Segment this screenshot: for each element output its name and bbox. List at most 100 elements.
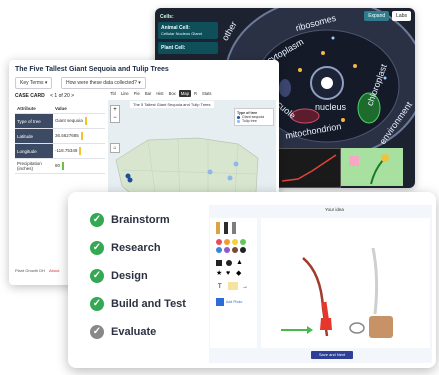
color-swatch[interactable] <box>224 239 230 245</box>
row-value: 36.5627685 <box>53 128 105 144</box>
row-attr: Latitude <box>15 128 53 144</box>
design-workspace: Your idea ▲ ★ ♥ ◆ T → Add Photo Save and… <box>209 205 432 363</box>
color-swatch[interactable] <box>224 247 230 253</box>
label-nucleus: nucleus <box>315 102 347 112</box>
star-shape-icon[interactable]: ★ <box>216 270 222 278</box>
footer: Plant Growth DH About <box>15 268 59 273</box>
step-label: Research <box>111 241 161 254</box>
add-photo-label[interactable]: Add Photo <box>226 300 242 304</box>
drawing-canvas[interactable] <box>261 218 430 348</box>
color-swatch[interactable] <box>240 239 246 245</box>
workspace-title: Your idea <box>325 207 344 212</box>
arrow-tool-icon[interactable]: → <box>242 284 248 290</box>
color-swatch[interactable] <box>216 247 222 253</box>
design-process-window: ✓ Brainstorm ✓ Research ✓ Design ✓ Build and… <box>68 192 436 368</box>
marker-tool-icon[interactable] <box>224 222 228 234</box>
tool-table[interactable]: Tbl <box>108 90 118 97</box>
sticky-note-icon[interactable] <box>228 282 238 290</box>
table-row[interactable]: Latitude 36.5627685 <box>15 128 105 144</box>
cell-graph-thumbnail[interactable] <box>277 148 341 188</box>
step-brainstorm[interactable]: ✓ Brainstorm <box>90 206 186 233</box>
step-evaluate[interactable]: ✓ Evaluate <box>90 318 186 345</box>
step-design[interactable]: ✓ Design <box>90 262 186 289</box>
pen-tool-icon[interactable] <box>232 222 236 234</box>
color-swatch[interactable] <box>216 239 222 245</box>
row-attr: Longitude <box>15 143 53 159</box>
save-and-next-button[interactable]: Save and Next <box>311 351 353 359</box>
step-label: Build and Test <box>111 297 186 310</box>
zoom-controls[interactable]: + − <box>110 105 120 123</box>
step-label: Brainstorm <box>111 213 170 226</box>
table-row[interactable]: Type of tree Giant sequoia <box>15 113 105 129</box>
row-attr: Precipitation (inches) <box>15 158 53 174</box>
tool-stats[interactable]: Stats <box>200 90 214 97</box>
key-terms-dropdown[interactable]: Key Terms ▾ <box>15 77 53 89</box>
check-circle-icon: ✓ <box>90 324 104 339</box>
row-value: 80 <box>53 158 105 174</box>
tool-box[interactable]: Box <box>167 90 178 97</box>
text-tool-icon[interactable]: T <box>218 284 222 290</box>
chart-toolbar: Tbl Line Pie Bar Hist Box Map R Stats <box>108 88 276 98</box>
cell-top-buttons: Expand Labs <box>364 11 411 21</box>
labs-button[interactable]: Labs <box>392 11 411 21</box>
map-subtitle: The 5 Tallest Giant Sequoia and Tulip Tr… <box>130 101 214 108</box>
check-circle-icon: ✓ <box>90 240 104 255</box>
step-label: Design <box>111 269 148 282</box>
check-circle-icon: ✓ <box>90 212 104 227</box>
triangle-shape-icon[interactable]: ▲ <box>236 259 243 267</box>
home-icon[interactable]: ⌂ <box>110 143 120 153</box>
step-build-and-test[interactable]: ✓ Build and Test <box>90 290 186 317</box>
pencil-icon[interactable] <box>80 132 83 140</box>
pencil-tool-icon[interactable] <box>216 222 220 234</box>
col-value: Value <box>53 104 105 114</box>
case-card-title: CASE CARD <box>15 93 45 99</box>
footer-text: Plant Growth DH <box>15 268 46 273</box>
tool-bar[interactable]: Bar <box>143 90 154 97</box>
plant-thumbnail[interactable] <box>341 148 403 186</box>
tool-r[interactable]: R <box>192 90 199 97</box>
diamond-shape-icon[interactable]: ◆ <box>236 270 241 278</box>
page-title: The Five Tallest Giant Sequoia and Tulip… <box>15 66 169 73</box>
tool-line[interactable]: Line <box>119 90 131 97</box>
check-circle-icon: ✓ <box>90 296 104 311</box>
square-shape-icon[interactable] <box>216 260 222 266</box>
circle-shape-icon[interactable] <box>226 260 232 266</box>
cell-option-animal[interactable]: Animal Cell: Cellular Nucleus Gland <box>158 22 218 39</box>
case-pager[interactable]: < 1 of 20 > <box>50 93 74 99</box>
map-legend: Type of tree Giant sequoia Tulip tree <box>234 108 274 126</box>
pencil-icon[interactable] <box>84 117 87 125</box>
cell-section-title: Cells: <box>160 14 174 20</box>
tool-hist[interactable]: Hist <box>154 90 165 97</box>
footer-link[interactable]: About <box>49 268 59 273</box>
step-research[interactable]: ✓ Research <box>90 234 186 261</box>
tool-map[interactable]: Map <box>178 89 191 97</box>
cell-option-sub: Cellular Nucleus Gland <box>161 31 202 36</box>
color-swatch[interactable] <box>232 239 238 245</box>
photo-icon[interactable] <box>216 298 224 306</box>
process-steps: ✓ Brainstorm ✓ Research ✓ Design ✓ Build and… <box>90 206 186 346</box>
table-row[interactable]: Longitude -118.75349 <box>15 143 105 159</box>
color-swatch[interactable] <box>240 247 246 253</box>
row-attr: Type of tree <box>15 113 53 129</box>
legend-dot-icon <box>237 119 240 123</box>
case-table: Attribute Value Type of tree Giant sequo… <box>15 104 105 174</box>
drawing-palette: ▲ ★ ♥ ◆ T → Add Photo <box>210 218 257 348</box>
color-swatch[interactable] <box>232 247 238 253</box>
col-attribute: Attribute <box>15 104 53 114</box>
heart-shape-icon[interactable]: ♥ <box>226 270 230 278</box>
row-value: -118.75349 <box>53 143 105 159</box>
row-value: Giant sequoia <box>53 113 105 129</box>
check-circle-icon: ✓ <box>90 268 104 283</box>
pencil-icon[interactable] <box>62 162 65 170</box>
expand-button[interactable]: Expand <box>364 11 390 21</box>
cell-option-plant[interactable]: Plant Cell: <box>158 42 218 54</box>
cell-option-title: Plant Cell: <box>161 45 186 51</box>
table-header: Attribute Value <box>15 104 105 114</box>
step-label: Evaluate <box>111 325 157 338</box>
table-row[interactable]: Precipitation (inches) 80 <box>15 158 105 174</box>
case-card-header: CASE CARD < 1 of 20 > <box>15 93 105 103</box>
tool-pie[interactable]: Pie <box>132 90 142 97</box>
cell-sidebar: Cells: Animal Cell: Cellular Nucleus Gla… <box>158 12 218 57</box>
pencil-icon[interactable] <box>79 147 82 155</box>
legend-item: Tulip tree <box>237 119 271 123</box>
